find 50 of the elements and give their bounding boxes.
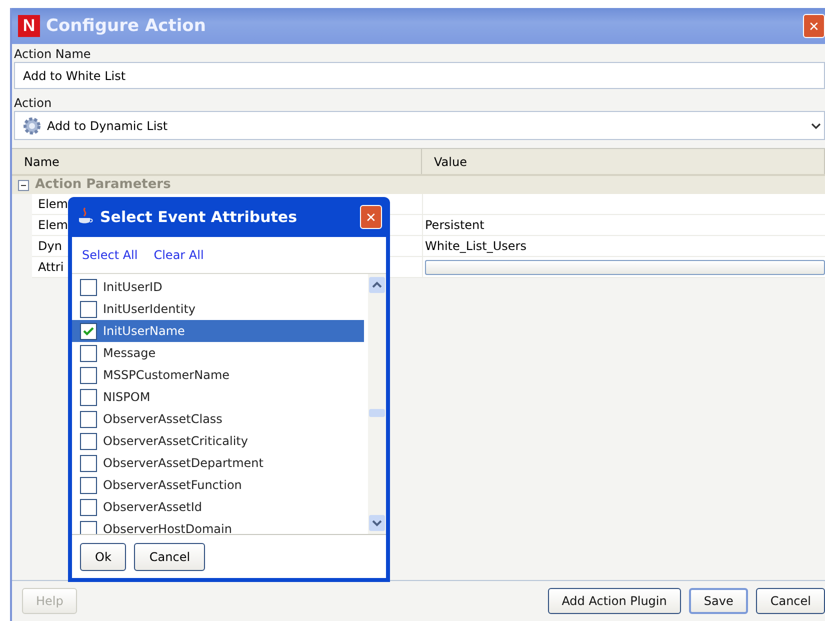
collapse-toggle[interactable] <box>18 180 29 190</box>
property-value: Persistent <box>422 215 825 236</box>
group-label: Action Parameters <box>35 178 171 192</box>
attribute-item[interactable]: InitUserID <box>72 276 364 298</box>
app-logo: N <box>18 15 40 37</box>
dialog-button[interactable]: Ok <box>80 542 126 570</box>
column-header: Value <box>422 149 825 174</box>
attribute-item[interactable]: ObserverAssetFunction <box>72 474 364 496</box>
attribute-item[interactable]: ObserverAssetDepartment <box>72 452 364 474</box>
checkbox[interactable] <box>80 432 97 450</box>
field-label: Action Name <box>13 46 92 62</box>
checkbox[interactable] <box>80 344 97 362</box>
scroll-down-icon[interactable] <box>372 519 382 527</box>
checkbox[interactable] <box>80 454 97 472</box>
checkbox[interactable] <box>80 366 97 384</box>
checkbox[interactable] <box>80 498 97 516</box>
dialog-button[interactable]: Cancel <box>756 588 825 614</box>
attribute-item[interactable]: ObserverAssetId <box>72 496 364 518</box>
window-title: Configure Action <box>46 16 207 36</box>
checkbox[interactable] <box>80 520 97 534</box>
attribute-item[interactable]: ObserverAssetCriticality <box>72 430 364 452</box>
dialog-button[interactable]: Save <box>688 588 748 614</box>
checkbox[interactable] <box>80 388 97 406</box>
checkbox[interactable] <box>80 278 97 296</box>
attribute-item[interactable]: Message <box>72 342 364 364</box>
attribute-item[interactable]: ObserverAssetClass <box>72 408 364 430</box>
scrollbar[interactable] <box>368 274 386 534</box>
checkbox[interactable] <box>80 476 97 494</box>
property-value: White_List_Users <box>422 236 825 257</box>
close-button[interactable]: ✕ <box>360 205 382 229</box>
checkbox[interactable] <box>80 300 97 318</box>
check-icon <box>83 326 94 336</box>
attribute-item[interactable]: InitUserIdentity <box>72 298 364 320</box>
gear-icon <box>23 116 41 134</box>
action-dropdown[interactable]: Add to Dynamic List <box>14 111 825 140</box>
attribute-item[interactable]: InitUserName <box>72 320 364 342</box>
checkbox[interactable] <box>80 322 97 340</box>
field-label: Action <box>13 95 53 111</box>
scroll-thumb[interactable] <box>369 409 385 417</box>
value-field[interactable] <box>425 260 825 274</box>
dialog-button[interactable]: Add Action Plugin <box>548 588 681 614</box>
column-header: Name <box>12 149 422 174</box>
scroll-up-icon[interactable] <box>372 281 382 289</box>
action-name-field[interactable]: Add to White List <box>14 62 825 89</box>
checkbox[interactable] <box>80 410 97 428</box>
attribute-item[interactable]: NISPOM <box>72 386 364 408</box>
dialog-button[interactable]: Cancel <box>134 542 206 570</box>
attribute-item[interactable]: ObserverHostDomain <box>72 518 364 534</box>
close-button[interactable]: ✕ <box>803 14 825 38</box>
attribute-item[interactable]: MSSPCustomerName <box>72 364 364 386</box>
